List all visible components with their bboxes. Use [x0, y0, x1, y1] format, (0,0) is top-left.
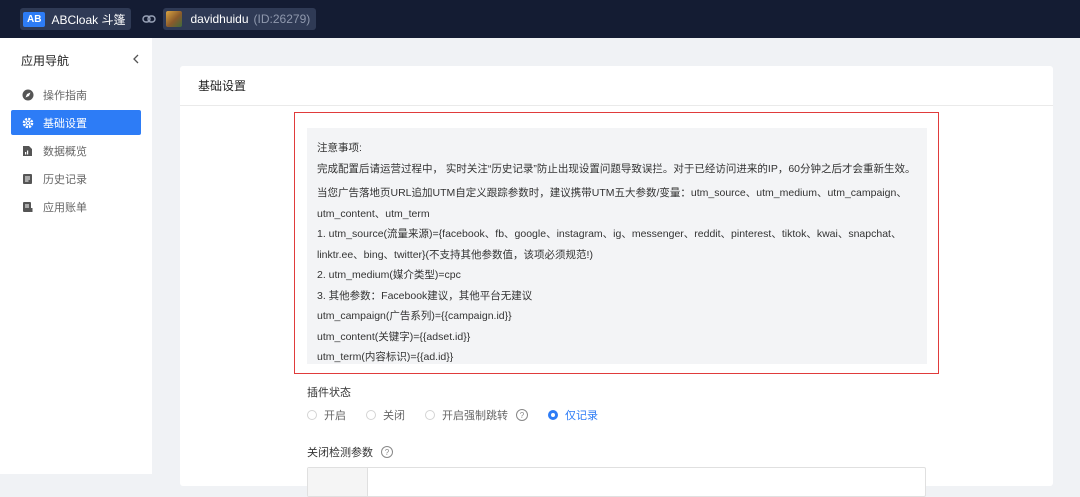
sidebar-header: 应用导航	[0, 38, 152, 82]
input-addon	[308, 468, 368, 496]
settings-card: 基础设置 注意事项: 完成配置后请运营过程中， 实时关注“历史记录”防止出现设置…	[180, 66, 1053, 497]
sidebar-title: 应用导航	[21, 53, 70, 68]
radio-label: 开启强制跳转	[442, 410, 508, 422]
notice-heading: 注意事项:	[317, 142, 362, 154]
radio-label: 仅记录	[565, 410, 598, 422]
user-id: (ID:26279)	[253, 12, 311, 26]
compass-icon	[21, 88, 34, 101]
close-params-label: 关闭检测参数	[307, 447, 373, 459]
app-badge: AB	[23, 11, 46, 27]
notice-line: 3. 其他参数：Facebook建议，其他平台无建议	[317, 289, 533, 302]
plugin-status-radio-group: 开启 关闭 开启强制跳转 ? 仅记录	[307, 407, 618, 423]
radio-label: 关闭	[383, 410, 405, 422]
notice-line: 1. utm_source(流量来源)={facebook、fb、google、…	[317, 228, 902, 240]
sidebar-item-label: 数据概览	[43, 145, 87, 158]
help-icon[interactable]: ?	[516, 409, 528, 421]
sidebar-item-label: 操作指南	[43, 89, 87, 102]
radio-record-only[interactable]: 仅记录	[548, 407, 598, 423]
help-icon[interactable]: ?	[381, 446, 393, 458]
radio-circle[interactable]	[366, 410, 376, 420]
notice-line: utm_campaign(广告系列)={{campaign.id}}	[317, 310, 512, 322]
sidebar-item-data-overview[interactable]: 数据概览	[11, 138, 141, 163]
bill-icon	[21, 200, 34, 213]
notice-line: utm_term(内容标识)={{ad.id}}	[317, 351, 454, 363]
app-switcher[interactable]: AB ABCloak 斗篷	[20, 8, 132, 30]
sidebar-item-label: 历史记录	[43, 173, 87, 186]
notice-line: utm_content(关键字)={{adset.id}}	[317, 330, 471, 343]
sidebar-item-basic-settings[interactable]: 基础设置	[11, 110, 141, 135]
notice-line: 当您广告落地页URL追加UTM自定义跟踪参数时，建议携带UTM五大参数/变量：u…	[317, 187, 907, 199]
radio-circle[interactable]	[548, 410, 558, 420]
radio-enable[interactable]: 开启	[307, 407, 346, 423]
radio-circle[interactable]	[307, 410, 317, 420]
sidebar-item-guide[interactable]: 操作指南	[11, 82, 141, 107]
top-bar: AB ABCloak 斗篷 davidhuidu (ID:26279)	[0, 0, 1080, 38]
sidebar-item-history[interactable]: 历史记录	[11, 166, 141, 191]
plugin-status-label: 插件状态	[307, 387, 351, 399]
radio-label: 开启	[324, 410, 346, 422]
radio-circle[interactable]	[425, 410, 435, 420]
radio-disable[interactable]: 关闭	[366, 407, 405, 423]
notice-highlight-frame: 注意事项: 完成配置后请运营过程中， 实时关注“历史记录”防止出现设置问题导致误…	[294, 112, 939, 374]
user-account[interactable]: davidhuidu (ID:26279)	[163, 8, 317, 30]
sidebar-item-label: 基础设置	[43, 117, 87, 130]
notice-line: 2. utm_medium(媒介类型)=cpc	[317, 269, 461, 281]
notice-line: linktr.ee、bing、twitter}(不支持其他参数值，该项必须规范!…	[317, 248, 593, 261]
avatar	[166, 11, 183, 27]
app-name: ABCloak 斗篷	[51, 12, 126, 27]
chevron-left-icon[interactable]	[132, 51, 140, 69]
chart-doc-icon	[21, 144, 34, 157]
notice-line: 完成配置后请运营过程中， 实时关注“历史记录”防止出现设置问题导致误拦。对于已经…	[317, 162, 916, 175]
notice-box: 注意事项: 完成配置后请运营过程中， 实时关注“历史记录”防止出现设置问题导致误…	[307, 128, 927, 364]
notice-line: utm_content、utm_term	[317, 207, 430, 220]
page-title: 基础设置	[180, 66, 1053, 106]
close-params-label-row: 关闭检测参数 ?	[307, 444, 393, 460]
sidebar-item-billing[interactable]: 应用账单	[11, 194, 141, 219]
user-name: davidhuidu	[190, 12, 249, 26]
sidebar: 应用导航 操作指南 基础设置 数据概览 历史记录 应用账单	[0, 38, 152, 474]
sidebar-item-label: 应用账单	[43, 201, 87, 214]
close-params-input[interactable]	[307, 467, 926, 497]
gear-icon	[21, 116, 34, 129]
radio-force-redirect[interactable]: 开启强制跳转 ?	[425, 407, 528, 423]
list-doc-icon	[21, 172, 34, 185]
link-icon	[139, 8, 159, 30]
